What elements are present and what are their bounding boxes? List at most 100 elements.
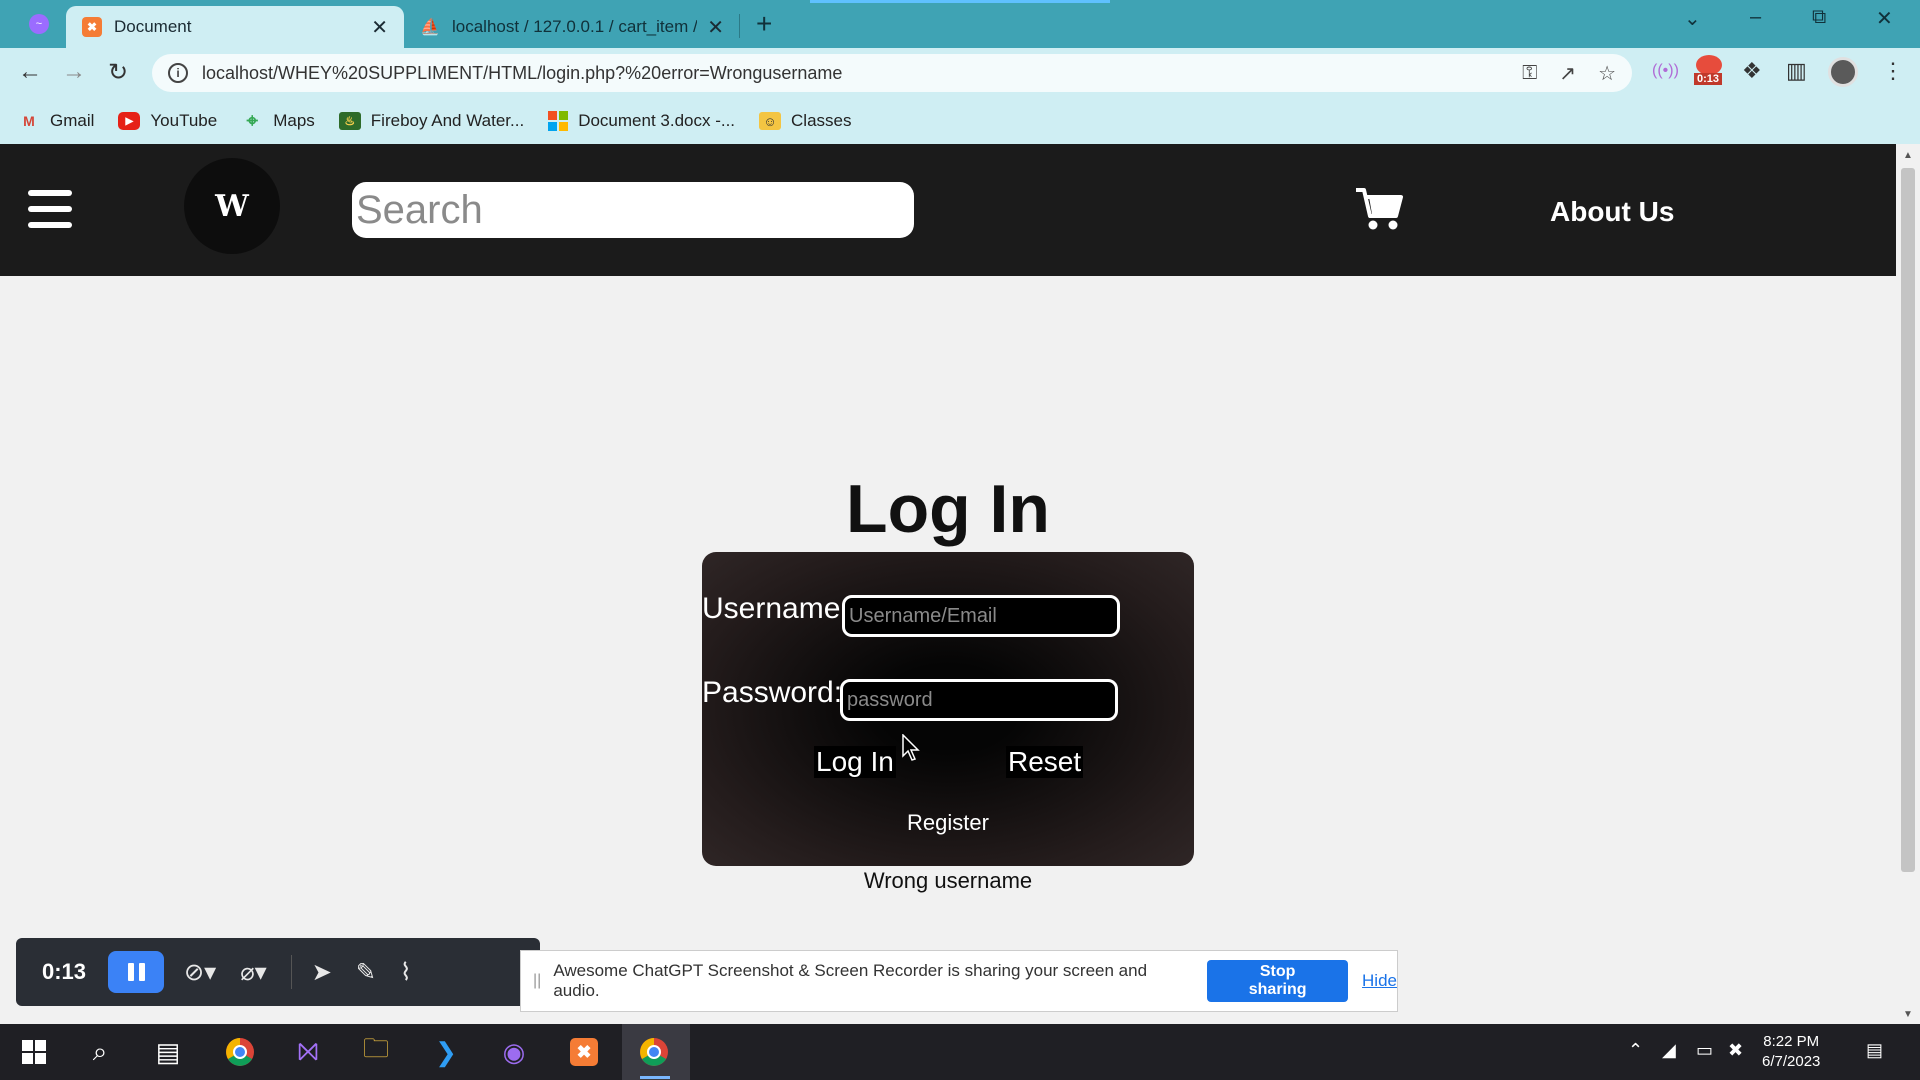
- windows-start-icon[interactable]: [16, 1034, 52, 1070]
- task-view-icon[interactable]: ▤: [150, 1034, 186, 1070]
- close-window-button[interactable]: ✕: [1876, 6, 1893, 31]
- about-us-link[interactable]: About Us: [1550, 196, 1674, 228]
- recorder-timer: 0:13: [42, 959, 87, 984]
- bookmark-gmail[interactable]: M Gmail: [18, 111, 94, 131]
- login-form: Username: Password: Log In Reset Registe…: [702, 552, 1194, 866]
- chrome-icon[interactable]: [222, 1034, 258, 1070]
- stop-sharing-button[interactable]: Stop sharing: [1207, 960, 1349, 1002]
- bookmark-maps[interactable]: ⌖ Maps: [241, 110, 315, 132]
- back-arrow-icon[interactable]: ←: [18, 58, 42, 86]
- battery-icon[interactable]: ▭: [1696, 1040, 1713, 1061]
- scrollbar-thumb[interactable]: [1901, 168, 1915, 872]
- tray-chevron-icon[interactable]: ⌃: [1628, 1040, 1643, 1061]
- messenger-icon[interactable]: ~: [24, 12, 54, 36]
- youtube-icon: ▶: [118, 112, 141, 130]
- system-clock[interactable]: 8:22 PM 6/7/2023: [1762, 1032, 1820, 1072]
- password-label: Password:: [702, 676, 843, 709]
- browser-tabstrip: ~ ✖ Document ✕ ⛵ localhost / 127.0.0.1 /…: [0, 0, 1920, 48]
- xampp-icon: ✖: [82, 17, 102, 37]
- eraser-tool-icon[interactable]: ⌇: [400, 958, 412, 987]
- search-input[interactable]: [352, 182, 914, 238]
- site-logo[interactable]: W: [184, 158, 280, 254]
- page-scrollbar[interactable]: ▲ ▼: [1896, 144, 1920, 1024]
- tab-separator: [739, 14, 740, 38]
- hide-link[interactable]: Hide: [1362, 971, 1397, 991]
- classroom-icon: ☺: [759, 112, 782, 130]
- site-header: W About Us: [0, 144, 1896, 276]
- login-button[interactable]: Log In: [814, 746, 896, 778]
- screen-recorder-extension-icon[interactable]: 0:13: [1694, 55, 1724, 87]
- tab-document[interactable]: ✖ Document ✕: [66, 6, 404, 48]
- notifications-icon[interactable]: ▤: [1866, 1040, 1883, 1061]
- chrome-profile-icon[interactable]: [636, 1034, 672, 1070]
- gmail-icon: M: [23, 113, 35, 129]
- scroll-down-icon[interactable]: ▼: [1903, 1009, 1913, 1020]
- new-tab-button[interactable]: +: [756, 8, 772, 40]
- reload-icon[interactable]: ↻: [108, 58, 128, 87]
- pointer-tool-icon[interactable]: ➤: [312, 958, 332, 987]
- restore-button[interactable]: ⧉: [1812, 6, 1826, 29]
- reset-button[interactable]: Reset: [1006, 746, 1084, 778]
- address-bar[interactable]: i localhost/WHEY%20SUPPLIMENT/HTML/login…: [152, 54, 1632, 92]
- minimize-button[interactable]: –: [1750, 6, 1761, 29]
- windows-taskbar: ⌕ ▤ ⨝ 🗀 ❯ ◉ ✖ ⌃ ◢ ▭ ✖ 8:22 PM 6/7/2023 ▤: [0, 1024, 1920, 1080]
- file-explorer-icon[interactable]: 🗀: [358, 1033, 394, 1070]
- password-key-icon[interactable]: ⚿: [1522, 62, 1537, 85]
- close-tab-icon[interactable]: ✕: [707, 15, 724, 40]
- search-icon[interactable]: ⌕: [82, 1034, 118, 1070]
- logo-text: W: [215, 188, 249, 224]
- visual-studio-icon[interactable]: ⨝: [290, 1034, 326, 1070]
- menu-kebab-icon[interactable]: ⋮: [1882, 58, 1904, 84]
- page-title: Log In: [846, 471, 1050, 547]
- cast-extension-icon[interactable]: ((•)): [1652, 62, 1679, 80]
- hamburger-menu-icon[interactable]: [28, 190, 72, 228]
- side-panel-icon[interactable]: ▥: [1786, 58, 1807, 84]
- phpmyadmin-icon: ⛵: [420, 19, 440, 36]
- bookmark-label: Maps: [273, 111, 315, 130]
- tab-phpmyadmin[interactable]: ⛵ localhost / 127.0.0.1 / cart_item / ✕: [404, 6, 740, 48]
- screen-recorder-toolbar: 0:13 ⊘▾ ⌀▾ ➤ ✎ ⌇: [16, 938, 540, 1006]
- scroll-up-icon[interactable]: ▲: [1903, 150, 1913, 161]
- github-desktop-icon[interactable]: ◉: [496, 1034, 532, 1070]
- screen-sharing-notice: || Awesome ChatGPT Screenshot & Screen R…: [520, 950, 1398, 1012]
- tab-search-icon[interactable]: ⌄: [1684, 6, 1701, 31]
- wifi-icon[interactable]: ◢: [1662, 1040, 1676, 1061]
- bookmarks-bar: M Gmail ▶ YouTube ⌖ Maps ♨ Fireboy And W…: [0, 98, 1920, 144]
- volume-muted-icon[interactable]: ✖: [1728, 1040, 1743, 1061]
- vscode-icon[interactable]: ❯: [428, 1034, 464, 1070]
- bookmark-label: Gmail: [50, 111, 95, 130]
- drag-handle-icon[interactable]: ||: [533, 972, 541, 990]
- browser-toolbar: ← → ↻ i localhost/WHEY%20SUPPLIMENT/HTML…: [0, 48, 1920, 98]
- register-link[interactable]: Register: [702, 810, 1194, 836]
- mic-off-icon[interactable]: ⌀▾: [240, 958, 267, 987]
- bookmark-label: Classes: [791, 111, 852, 130]
- xampp-icon[interactable]: ✖: [566, 1034, 602, 1070]
- username-label: Username:: [702, 592, 849, 625]
- bookmark-youtube[interactable]: ▶ YouTube: [118, 111, 217, 131]
- close-tab-icon[interactable]: ✕: [371, 15, 388, 40]
- site-info-icon[interactable]: i: [168, 63, 188, 83]
- clock-time: 8:22 PM: [1763, 1033, 1820, 1050]
- forward-arrow-icon[interactable]: →: [62, 58, 86, 86]
- game-icon: ♨: [338, 112, 361, 130]
- bookmark-fireboy[interactable]: ♨ Fireboy And Water...: [338, 111, 525, 131]
- bookmark-label: Document 3.docx -...: [578, 111, 736, 130]
- pause-button[interactable]: [108, 951, 165, 993]
- bookmark-document[interactable]: Document 3.docx -...: [548, 111, 735, 131]
- profile-avatar[interactable]: [1828, 57, 1858, 87]
- password-field[interactable]: [840, 679, 1118, 721]
- bookmark-classes[interactable]: ☺ Classes: [759, 111, 852, 131]
- cart-icon[interactable]: [1354, 186, 1404, 232]
- username-field[interactable]: [842, 595, 1120, 637]
- address-url[interactable]: localhost/WHEY%20SUPPLIMENT/HTML/login.p…: [202, 63, 1500, 84]
- pen-tool-icon[interactable]: ✎: [356, 958, 376, 987]
- mouse-cursor-icon: [902, 733, 922, 767]
- toolbar-divider: [290, 955, 292, 989]
- bookmark-star-icon[interactable]: ☆: [1598, 61, 1616, 86]
- extensions-puzzle-icon[interactable]: ❖: [1742, 58, 1762, 84]
- camera-off-icon[interactable]: ⊘▾: [184, 958, 216, 987]
- bookmark-label: Fireboy And Water...: [370, 111, 525, 130]
- sharing-notice-text: Awesome ChatGPT Screenshot & Screen Reco…: [553, 961, 1148, 1000]
- share-icon[interactable]: ↗: [1559, 61, 1576, 86]
- active-app-indicator: [640, 1076, 670, 1079]
